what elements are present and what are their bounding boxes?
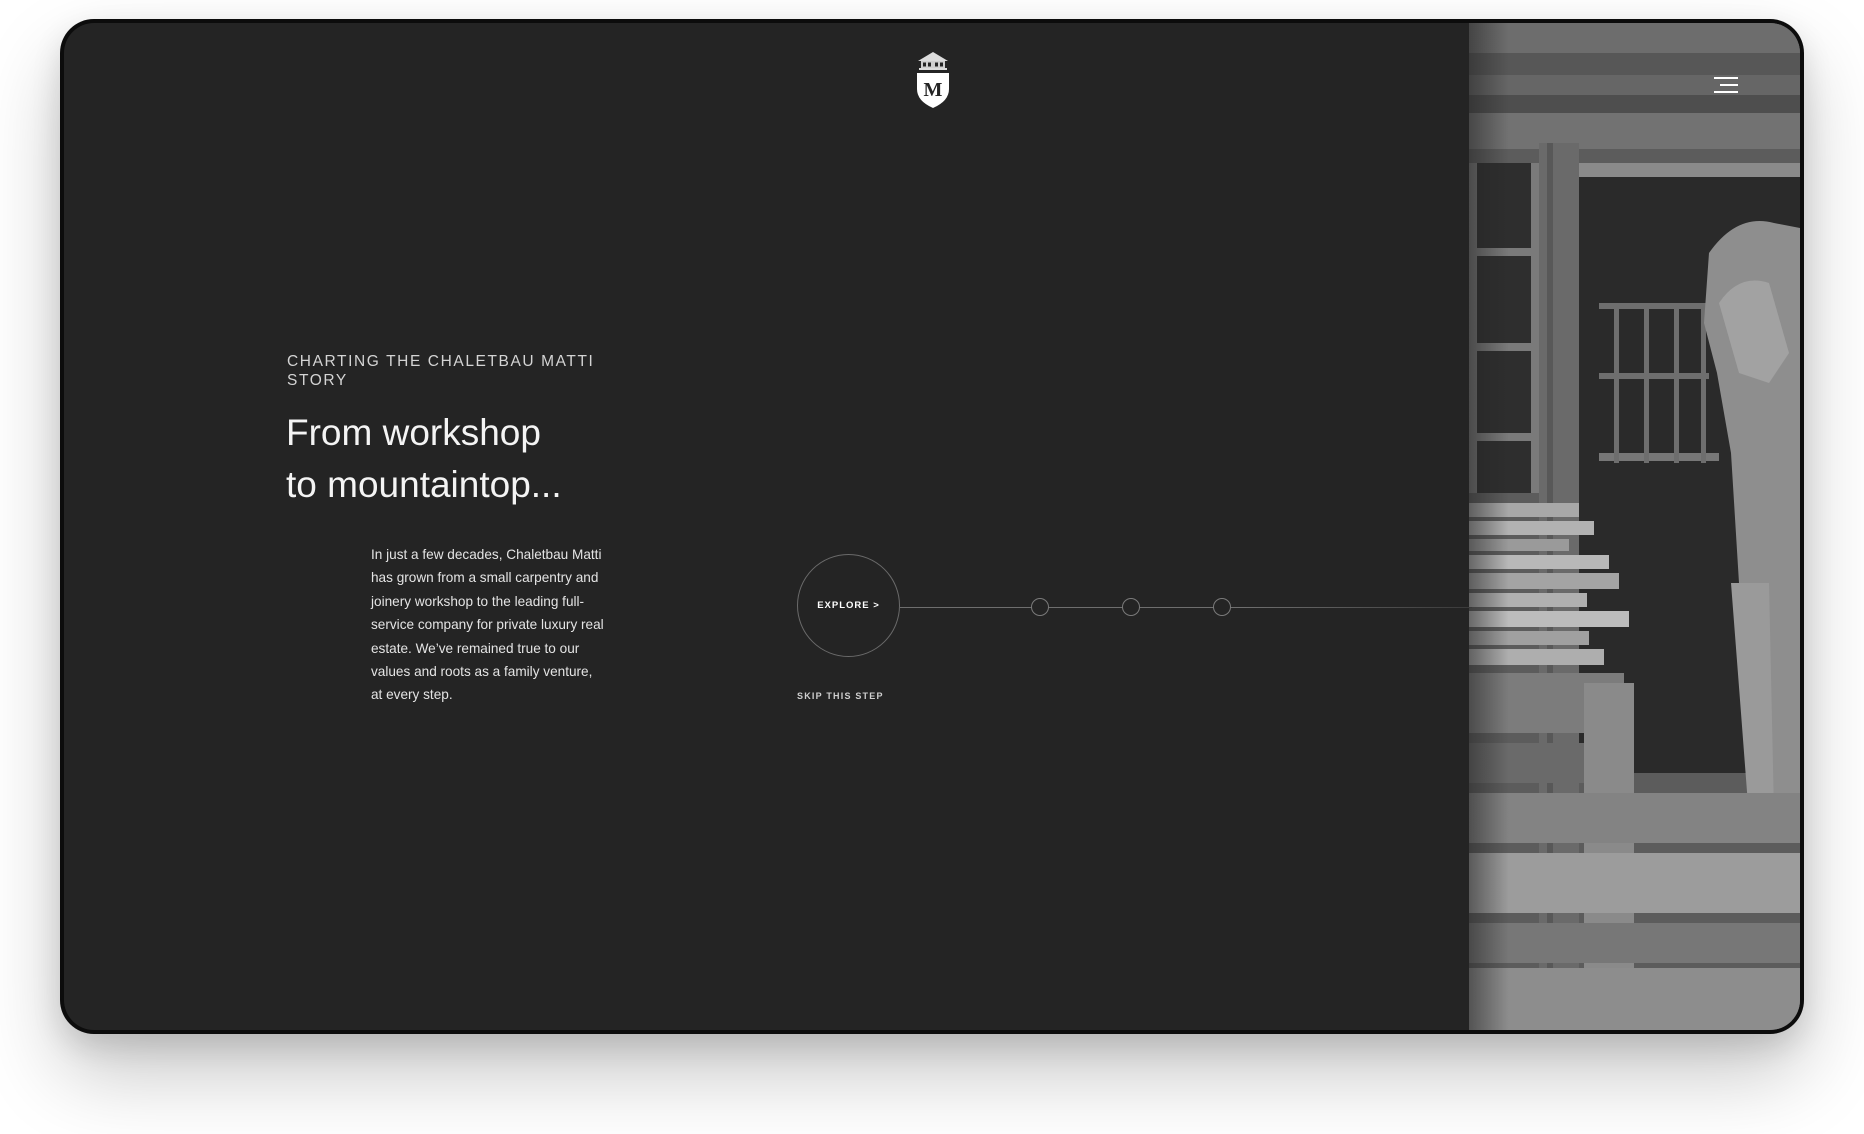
hero-eyebrow: CHARTING THE CHALETBAU MATTI STORY <box>287 353 595 389</box>
page-screen: M CHARTING THE CHALETBAU MATTI STORY Fro… <box>64 23 1800 1030</box>
explore-button[interactable]: EXPLORE > <box>797 554 900 657</box>
timeline-step-3[interactable] <box>1213 598 1231 616</box>
hero-body-text: In just a few decades, Chaletbau Matti h… <box>371 547 604 703</box>
menu-line-middle <box>1720 84 1738 86</box>
timeline-track <box>900 607 1472 608</box>
logo-letter: M <box>924 79 943 101</box>
timeline-step-1[interactable] <box>1031 598 1049 616</box>
brand-logo[interactable]: M <box>914 49 952 109</box>
skip-step-link[interactable]: SKIP THIS STEP <box>797 691 884 701</box>
explore-label: EXPLORE > <box>817 600 880 611</box>
headline-line-2: to mountaintop... <box>286 464 562 505</box>
historic-workshop-photo <box>1469 23 1800 1030</box>
menu-line-bottom <box>1714 91 1738 93</box>
timeline-step-2[interactable] <box>1122 598 1140 616</box>
chalet-crest-icon: M <box>917 52 949 108</box>
device-frame: M CHARTING THE CHALETBAU MATTI STORY Fro… <box>60 19 1804 1034</box>
headline-line-1: From workshop <box>286 412 541 453</box>
menu-line-top <box>1714 77 1738 79</box>
hero-headline: From workshop to mountaintop... <box>286 407 706 511</box>
workshop-photo-illustration <box>1469 23 1800 1030</box>
menu-toggle-button[interactable] <box>1708 73 1738 97</box>
